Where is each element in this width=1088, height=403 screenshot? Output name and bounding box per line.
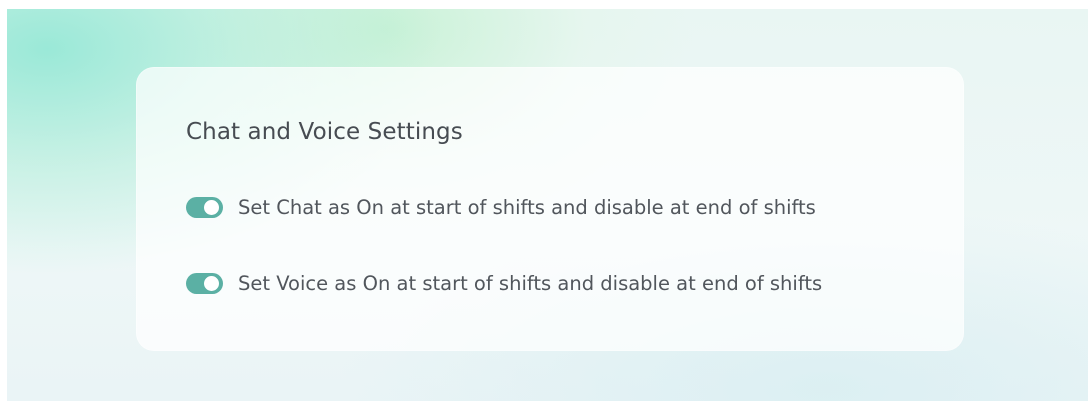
chat-setting-row: Set Chat as On at start of shifts and di… <box>186 196 816 219</box>
toggle-knob <box>204 200 219 215</box>
card-title: Chat and Voice Settings <box>186 119 463 145</box>
chat-setting-label: Set Chat as On at start of shifts and di… <box>238 196 816 219</box>
toggle-knob <box>204 276 219 291</box>
voice-setting-label: Set Voice as On at start of shifts and d… <box>238 272 823 295</box>
settings-background: Chat and Voice Settings Set Chat as On a… <box>7 9 1088 401</box>
voice-toggle-switch[interactable] <box>186 273 223 294</box>
chat-voice-settings-card: Chat and Voice Settings Set Chat as On a… <box>136 67 964 351</box>
voice-setting-row: Set Voice as On at start of shifts and d… <box>186 272 822 295</box>
chat-toggle-switch[interactable] <box>186 197 223 218</box>
